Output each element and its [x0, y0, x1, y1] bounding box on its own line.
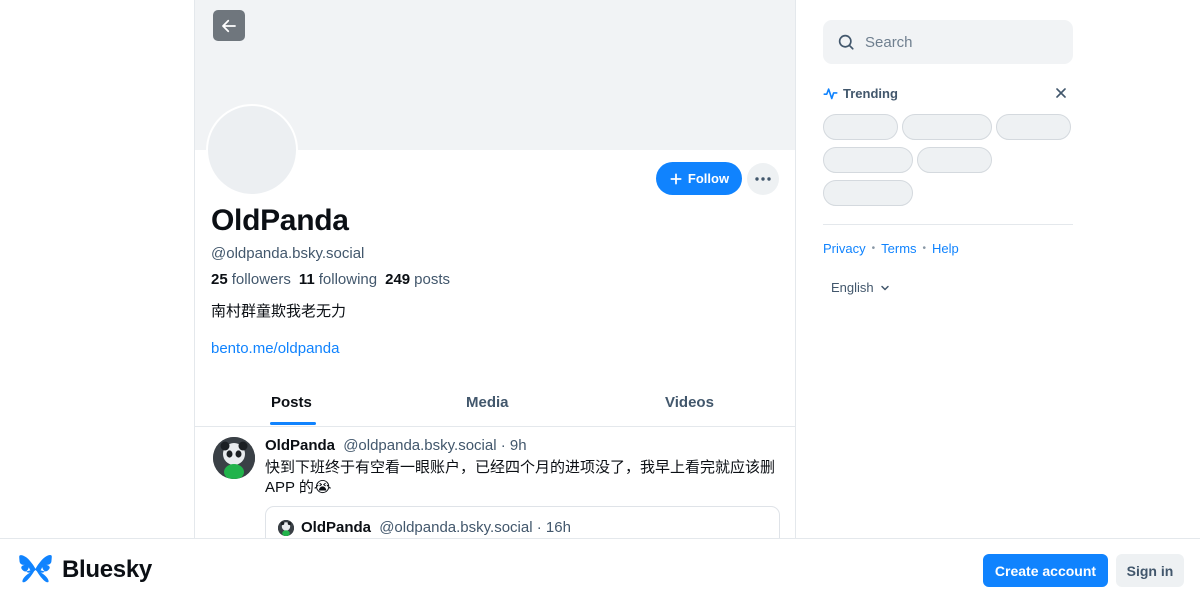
- quoted-post-header: OldPanda @oldpanda.bsky.social · 16h: [301, 519, 571, 536]
- posts-label: posts: [414, 271, 450, 288]
- profile-avatar[interactable]: [206, 104, 298, 196]
- trending-pill[interactable]: [902, 114, 992, 140]
- quoted-timestamp: · 16h: [536, 519, 571, 536]
- search-bar[interactable]: [823, 20, 1073, 64]
- followers-stat[interactable]: 25 followers: [211, 271, 291, 288]
- trending-pill[interactable]: [917, 147, 992, 173]
- quoted-author-avatar: [278, 520, 294, 536]
- post-author-name[interactable]: OldPanda: [265, 437, 335, 454]
- sidebar-divider: [823, 224, 1073, 225]
- separator-dot: •: [922, 243, 927, 254]
- language-selector[interactable]: English: [831, 280, 890, 295]
- brand-name: Bluesky: [62, 556, 152, 583]
- post-text: 快到下班终于有空看一眼账户，已经四个月的进项没了，我早上看完就应该删APP 的😭: [265, 459, 776, 496]
- profile-tabs: Posts Media Videos: [195, 380, 795, 427]
- profile-column: Follow OldPanda @oldpanda.bsky.social 25…: [194, 0, 796, 600]
- followers-label: followers: [231, 271, 291, 288]
- tab-videos[interactable]: Videos: [665, 394, 714, 411]
- follow-label: Follow: [687, 171, 730, 186]
- trending-pulse-icon: [823, 87, 838, 99]
- active-tab-indicator: [270, 422, 316, 425]
- profile-link[interactable]: bento.me/oldpanda: [211, 340, 339, 357]
- following-count: 11: [298, 271, 315, 288]
- following-label: following: [318, 271, 378, 288]
- terms-link[interactable]: Terms: [881, 241, 916, 256]
- post-item[interactable]: OldPanda @oldpanda.bsky.social · 9h 快到下班…: [195, 428, 795, 566]
- post-timestamp[interactable]: · 9h: [501, 437, 527, 454]
- close-trending-button[interactable]: [1053, 85, 1069, 101]
- ellipsis-icon: [755, 177, 771, 181]
- footer-links: Privacy • Terms • Help: [823, 241, 959, 256]
- trending-pill[interactable]: [823, 147, 913, 173]
- post-header: OldPanda @oldpanda.bsky.social · 9h: [265, 437, 527, 454]
- tab-media[interactable]: Media: [466, 394, 509, 411]
- post-author-handle[interactable]: @oldpanda.bsky.social: [343, 437, 496, 454]
- bottom-bar: Bluesky Create account Sign in: [0, 538, 1200, 600]
- posts-count: 249: [385, 271, 411, 288]
- following-stat[interactable]: 11 following: [299, 271, 377, 288]
- panda-avatar-icon: [213, 437, 255, 479]
- quoted-author-handle: @oldpanda.bsky.social: [379, 519, 533, 536]
- search-input[interactable]: [865, 33, 1045, 51]
- butterfly-icon: [19, 555, 52, 583]
- plus-icon: [670, 172, 682, 185]
- sign-in-button[interactable]: Sign in: [1116, 554, 1184, 587]
- quoted-author-name: OldPanda: [301, 519, 372, 536]
- language-label: English: [831, 280, 874, 295]
- privacy-link[interactable]: Privacy: [823, 241, 866, 256]
- trending-pill[interactable]: [823, 180, 913, 206]
- profile-stats: 25 followers 11 following 249 posts: [211, 271, 450, 288]
- close-icon: [1056, 88, 1066, 98]
- chevron-down-icon: [880, 285, 889, 290]
- follow-button[interactable]: Follow: [656, 162, 742, 195]
- help-link[interactable]: Help: [932, 241, 959, 256]
- posts-stat: 249 posts: [385, 271, 450, 288]
- profile-handle: @oldpanda.bsky.social: [211, 245, 365, 262]
- profile-bio: 南村群童欺我老无力: [211, 303, 347, 320]
- trending-pill[interactable]: [996, 114, 1071, 140]
- trending-pill[interactable]: [823, 114, 898, 140]
- more-options-button[interactable]: [747, 163, 779, 195]
- arrow-left-icon: [222, 19, 236, 32]
- profile-display-name: OldPanda: [211, 204, 349, 237]
- followers-count: 25: [211, 271, 228, 288]
- back-button[interactable]: [213, 10, 245, 41]
- tab-posts[interactable]: Posts: [271, 394, 312, 411]
- search-icon: [838, 34, 854, 50]
- trending-title: Trending: [843, 85, 898, 101]
- panda-avatar-icon: [278, 520, 294, 536]
- create-account-button[interactable]: Create account: [983, 554, 1108, 587]
- post-author-avatar[interactable]: [213, 437, 255, 479]
- bluesky-logo[interactable]: Bluesky: [19, 555, 152, 585]
- trending-header: Trending: [823, 84, 1073, 102]
- separator-dot: •: [871, 243, 876, 254]
